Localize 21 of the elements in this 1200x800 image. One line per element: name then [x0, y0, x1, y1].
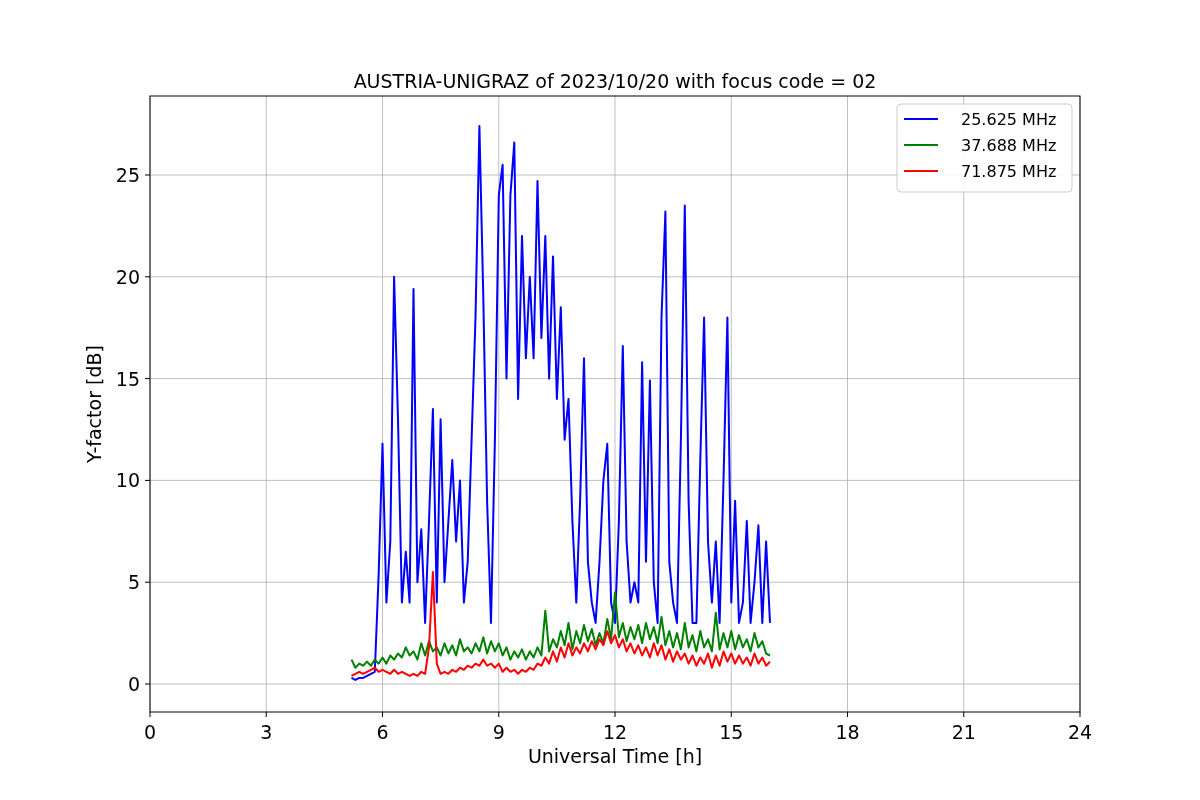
- tick-label: 0: [127, 673, 140, 695]
- tick-label: 9: [492, 721, 505, 743]
- tick-label: 15: [115, 367, 140, 390]
- tick-label: 15: [719, 721, 744, 743]
- axis-label: Y-factor [dB]: [83, 345, 105, 463]
- chart-title: AUSTRIA-UNIGRAZ of 2023/10/20 with focus code = 02: [353, 70, 877, 92]
- legend-label: 71.875 MHz: [961, 162, 1057, 181]
- tick-label: 25: [115, 164, 140, 186]
- tick-label: 3: [260, 721, 273, 743]
- legend-label: 25.625 MHz: [961, 110, 1057, 129]
- tick-label: 5: [127, 571, 140, 594]
- axis-label: Universal Time [h]: [527, 745, 703, 767]
- legend-label: 37.688 MHz: [961, 136, 1057, 155]
- tick-label: 0: [143, 721, 157, 743]
- tick-label: 24: [1067, 721, 1093, 743]
- tick-label: 21: [951, 721, 976, 743]
- tick-label: 20: [115, 265, 140, 288]
- tick-label: 12: [602, 721, 628, 743]
- tick-label: 6: [376, 721, 389, 743]
- tick-label: 18: [835, 721, 860, 743]
- tick-label: 10: [115, 469, 140, 492]
